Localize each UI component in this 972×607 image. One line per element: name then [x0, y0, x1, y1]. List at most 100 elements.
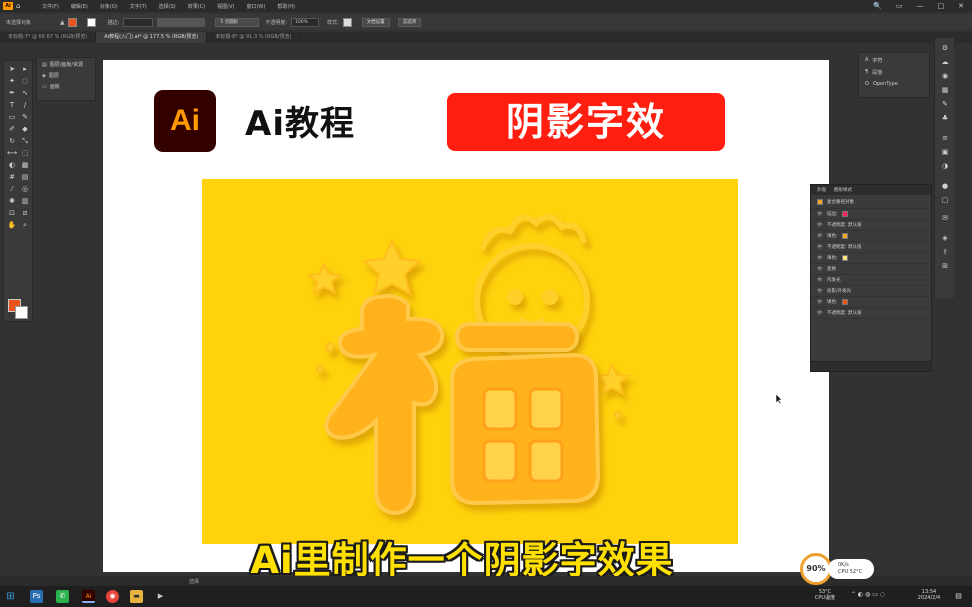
home-icon[interactable]: ⌂: [16, 2, 24, 10]
tab-untitled-8[interactable]: 未标题-8* @ 91.3 % (RGB/预览): [207, 32, 301, 43]
symbols-icon[interactable]: ♣: [940, 114, 950, 122]
menu-help[interactable]: 帮助(H): [277, 3, 295, 10]
tab-ai-tutorial[interactable]: Ai教程(入门).ai* @ 177.5 % (RGB/预览): [96, 32, 208, 43]
wechat-icon[interactable]: ✆: [56, 590, 69, 603]
appearance-swatch[interactable]: [841, 233, 848, 239]
appearance-row[interactable]: 👁 变换: [811, 264, 931, 275]
layers-panel-item[interactable]: ▭ 画板: [37, 80, 95, 91]
swatches-icon[interactable]: ▦: [940, 86, 950, 94]
stroke-color-icon[interactable]: [15, 306, 28, 319]
preferences-button[interactable]: 首选项: [397, 17, 422, 27]
eraser-tool-icon[interactable]: ◆: [20, 125, 30, 133]
shaper-tool-icon[interactable]: ✐: [7, 125, 17, 133]
artboard[interactable]: Ai Ai教程 阴影字效: [103, 60, 829, 572]
fill-dropdown-icon[interactable]: ▲: [60, 19, 65, 26]
chrome-icon[interactable]: ◉: [106, 590, 119, 603]
stroke-icon[interactable]: ≡: [940, 134, 950, 142]
clock[interactable]: 13:54 2024/2/4: [912, 589, 946, 601]
file-explorer-icon[interactable]: ▬: [130, 590, 143, 603]
brushes-icon[interactable]: ✎: [940, 100, 950, 108]
document-setup-button[interactable]: 文档设置: [361, 17, 390, 27]
performance-widget[interactable]: 90% 0K/s CPU 52°C: [800, 553, 876, 585]
appearance-row[interactable]: 👁 投影/外发光: [811, 286, 931, 297]
stroke-color-swatch[interactable]: [86, 17, 96, 27]
magic-wand-tool-icon[interactable]: ✦: [7, 77, 17, 85]
width-tool-icon[interactable]: ⟷: [7, 149, 17, 157]
properties-icon[interactable]: ⚙: [940, 44, 950, 52]
direct-selection-tool-icon[interactable]: ▸: [20, 65, 30, 73]
appearance-object-row[interactable]: 复合路径对象: [811, 195, 931, 209]
tab-untitled-7[interactable]: 未标题-7* @ 66.67 % (RGB/预览): [0, 32, 97, 43]
notifications-icon[interactable]: ▤: [952, 590, 965, 603]
graphic-styles-icon[interactable]: ▢: [940, 196, 950, 204]
eye-icon[interactable]: 👁: [817, 289, 823, 294]
character-panel-item[interactable]: A 字符: [859, 53, 929, 65]
eye-icon[interactable]: 👁: [817, 223, 823, 228]
comments-icon[interactable]: ✉: [940, 214, 950, 222]
symbol-sprayer-tool-icon[interactable]: ✺: [7, 197, 17, 205]
appearance-row[interactable]: 👁 不透明度: 默认值: [811, 220, 931, 231]
appearance-row[interactable]: 👁 填色:: [811, 297, 931, 308]
color-icon[interactable]: ◉: [940, 72, 950, 80]
illustrator-taskbar-icon[interactable]: Ai: [82, 590, 95, 603]
maximize-icon[interactable]: □: [938, 2, 945, 10]
mesh-tool-icon[interactable]: #: [7, 173, 17, 181]
appearance-row[interactable]: 👁 内发光: [811, 275, 931, 286]
rotate-tool-icon[interactable]: ↻: [7, 137, 17, 145]
appearance-icon[interactable]: ●: [940, 182, 950, 190]
free-transform-tool-icon[interactable]: ⬚: [20, 149, 30, 157]
appearance-row[interactable]: 👁 不透明度: 默认值: [811, 242, 931, 253]
transparency-icon[interactable]: ◑: [940, 162, 950, 170]
blend-tool-icon[interactable]: ◎: [20, 185, 30, 193]
brush-profile-dropdown[interactable]: 5 点圆形: [215, 17, 260, 27]
eye-icon[interactable]: 👁: [817, 267, 823, 272]
menu-effect[interactable]: 效果(C): [188, 3, 205, 10]
eyedropper-tool-icon[interactable]: ⁄: [7, 185, 17, 193]
layers-panel-item[interactable]: ◈ 图层: [37, 69, 95, 80]
menu-file[interactable]: 文件(F): [42, 3, 59, 10]
line-tool-icon[interactable]: /: [20, 101, 30, 109]
character-panel-item[interactable]: O OpenType: [859, 77, 929, 88]
opacity-field[interactable]: 100%: [291, 17, 319, 27]
type-tool-icon[interactable]: T: [7, 101, 17, 109]
appearance-swatch[interactable]: [841, 299, 848, 305]
fill-color-swatch[interactable]: [67, 17, 77, 27]
eye-icon[interactable]: 👁: [817, 234, 823, 239]
menu-select[interactable]: 选择(S): [159, 3, 176, 10]
gradient-tool-icon[interactable]: ▤: [20, 173, 30, 181]
artboards-dock-icon[interactable]: ⊞: [940, 262, 950, 270]
stroke-weight-field[interactable]: [123, 17, 154, 27]
taskbar-app-icon[interactable]: Ps: [30, 590, 43, 603]
menu-object[interactable]: 对象(O): [100, 3, 118, 10]
eye-icon[interactable]: 👁: [817, 245, 823, 250]
rectangle-tool-icon[interactable]: ▭: [7, 113, 17, 121]
appearance-row[interactable]: 👁 填色:: [811, 231, 931, 242]
slice-tool-icon[interactable]: ⧄: [20, 209, 30, 217]
appearance-row[interactable]: 👁 描边:: [811, 209, 931, 220]
zoom-tool-icon[interactable]: ⌕: [20, 221, 30, 229]
tab-graphic-styles[interactable]: 图形样式: [834, 187, 852, 193]
eye-icon[interactable]: 👁: [817, 256, 823, 261]
column-graph-tool-icon[interactable]: ▥: [20, 197, 30, 205]
workspace-icon[interactable]: ▭: [896, 2, 903, 10]
libraries-icon[interactable]: ☁: [940, 58, 950, 66]
appearance-swatch[interactable]: [841, 211, 848, 217]
layers-dock-icon[interactable]: ◈: [940, 234, 950, 242]
hand-tool-icon[interactable]: ✋: [7, 221, 17, 229]
graphic-style-swatch[interactable]: [342, 17, 352, 27]
curvature-tool-icon[interactable]: ∿: [20, 89, 30, 97]
eye-icon[interactable]: 👁: [817, 278, 823, 283]
eye-icon[interactable]: 👁: [817, 212, 823, 217]
appearance-swatch[interactable]: [841, 255, 848, 261]
variable-width-field[interactable]: [157, 17, 206, 27]
pen-tool-icon[interactable]: ✒: [7, 89, 17, 97]
video-icon[interactable]: ▶: [154, 590, 167, 603]
eye-icon[interactable]: 👁: [817, 311, 823, 316]
artwork-canvas[interactable]: [202, 179, 738, 544]
menu-type[interactable]: 文字(T): [130, 3, 147, 10]
asset-export-icon[interactable]: ⇪: [940, 248, 950, 256]
appearance-row[interactable]: 👁 填色:: [811, 253, 931, 264]
artboard-tool-icon[interactable]: ⊡: [7, 209, 17, 217]
shape-builder-tool-icon[interactable]: ◐: [7, 161, 17, 169]
perspective-grid-tool-icon[interactable]: ▦: [20, 161, 30, 169]
